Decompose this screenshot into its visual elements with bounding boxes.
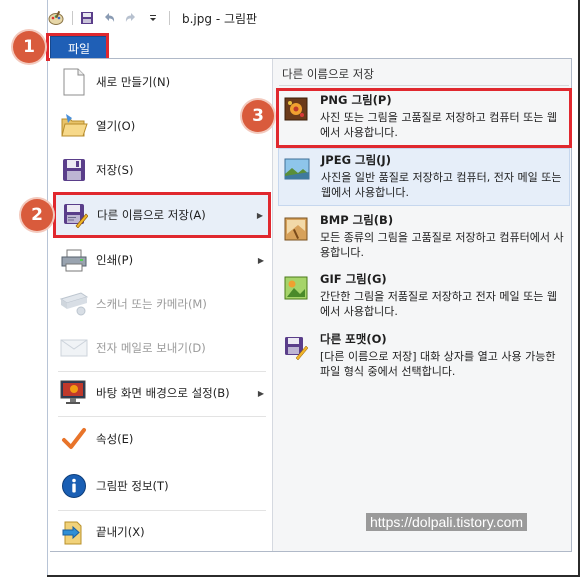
blog-watermark: https://dolpali.tistory.com	[366, 513, 528, 531]
menu-item-label: 인쇄(P)	[96, 253, 134, 267]
submenu-arrow-icon: ▶	[257, 255, 264, 265]
submenu-header: 다른 이름으로 저장	[282, 67, 374, 81]
menu-divider	[58, 416, 266, 417]
undo-icon[interactable]	[101, 10, 117, 26]
menu-item-exit[interactable]: 끝내기(X)	[54, 512, 270, 552]
exit-icon	[58, 516, 90, 548]
option-description: 사진을 일반 품질로 저장하고 컴퓨터, 전자 메일 또는 웹에서 사용합니다.	[321, 171, 562, 199]
png-option-highlight-box	[276, 88, 572, 148]
window-title: b.jpg - 그림판	[182, 11, 258, 26]
step-badge: 2	[21, 199, 53, 231]
option-description: [다른 이름으로 저장] 대화 상자를 열고 사용 가능한 파일 형식 중에서 …	[320, 350, 556, 378]
menu-item-label: 끝내기(X)	[96, 525, 145, 539]
other-format-icon	[282, 334, 310, 362]
gif-image-icon	[282, 274, 310, 302]
menu-item-label: 바탕 화면 배경으로 설정(B)	[96, 386, 230, 400]
menu-item-properties[interactable]: 속성(E)	[54, 419, 270, 459]
menu-item-about-paint[interactable]: 그림판 정보(T)	[54, 466, 270, 506]
step-badge: 3	[242, 100, 274, 132]
open-folder-icon	[58, 110, 90, 142]
option-title: GIF 그림(G)	[320, 272, 387, 286]
menu-item-new[interactable]: 새로 만들기(N)	[54, 62, 270, 102]
menu-item-label: 스캐너 또는 카메라(M)	[96, 297, 207, 311]
submenu-arrow-icon: ▶	[257, 388, 264, 398]
option-description: 모든 종류의 그림을 고품질로 저장하고 컴퓨터에서 사용합니다.	[320, 231, 564, 259]
customize-dropdown-icon[interactable]	[145, 10, 161, 26]
menu-item-label: 그림판 정보(T)	[96, 479, 169, 493]
menu-item-label: 새로 만들기(N)	[96, 75, 171, 89]
info-icon	[58, 470, 90, 502]
menu-item-label: 속성(E)	[96, 432, 134, 446]
menu-item-set-desktop-background[interactable]: 바탕 화면 배경으로 설정(B) ▶	[54, 373, 270, 413]
menu-item-open[interactable]: 열기(O)	[54, 106, 270, 146]
save-as-bmp-option[interactable]: BMP 그림(B) 모든 종류의 그림을 고품질로 저장하고 컴퓨터에서 사용합…	[278, 209, 570, 267]
option-description: 간단한 그림을 저품질로 저장하고 전자 메일 또는 웹에서 사용합니다.	[320, 290, 557, 318]
save-as-highlight-box	[53, 192, 271, 238]
option-title: 다른 포맷(O)	[320, 332, 387, 346]
menu-item-label: 저장(S)	[96, 163, 134, 177]
step-badge: 1	[13, 31, 45, 63]
menu-divider	[58, 510, 266, 511]
menu-item-scanner: 스캐너 또는 카메라(M)	[54, 284, 270, 324]
menu-item-email: 전자 메일로 보내기(D)	[54, 328, 270, 368]
submenu-header-divider	[279, 85, 569, 86]
save-as-jpeg-option[interactable]: JPEG 그림(J) 사진을 일반 품질로 저장하고 컴퓨터, 전자 메일 또는…	[278, 148, 570, 206]
jpeg-image-icon	[283, 155, 311, 183]
menu-divider	[58, 371, 266, 372]
printer-icon	[58, 244, 90, 276]
email-icon	[58, 332, 90, 364]
save-icon[interactable]	[79, 10, 95, 26]
title-bar: b.jpg - 그림판	[48, 6, 568, 30]
checkmark-icon	[58, 423, 90, 455]
file-tab-highlight-box	[46, 33, 109, 61]
paint-app-icon[interactable]	[48, 10, 64, 26]
new-document-icon	[58, 66, 90, 98]
save-as-gif-option[interactable]: GIF 그림(G) 간단한 그림을 저품질로 저장하고 전자 메일 또는 웹에서…	[278, 268, 570, 326]
title-separator	[169, 11, 170, 25]
redo-icon[interactable]	[123, 10, 139, 26]
option-title: BMP 그림(B)	[320, 213, 394, 227]
save-icon	[58, 154, 90, 186]
scanner-icon	[58, 288, 90, 320]
menu-item-print[interactable]: 인쇄(P) ▶	[54, 240, 270, 280]
save-as-other-format-option[interactable]: 다른 포맷(O) [다른 이름으로 저장] 대화 상자를 열고 사용 가능한 파…	[278, 328, 570, 386]
menu-item-label: 전자 메일로 보내기(D)	[96, 341, 206, 355]
menu-item-save[interactable]: 저장(S)	[54, 150, 270, 190]
desktop-background-icon	[58, 377, 90, 409]
option-title: JPEG 그림(J)	[321, 153, 391, 167]
menu-item-label: 열기(O)	[96, 119, 136, 133]
bmp-image-icon	[282, 215, 310, 243]
quick-access-separator	[72, 11, 73, 25]
